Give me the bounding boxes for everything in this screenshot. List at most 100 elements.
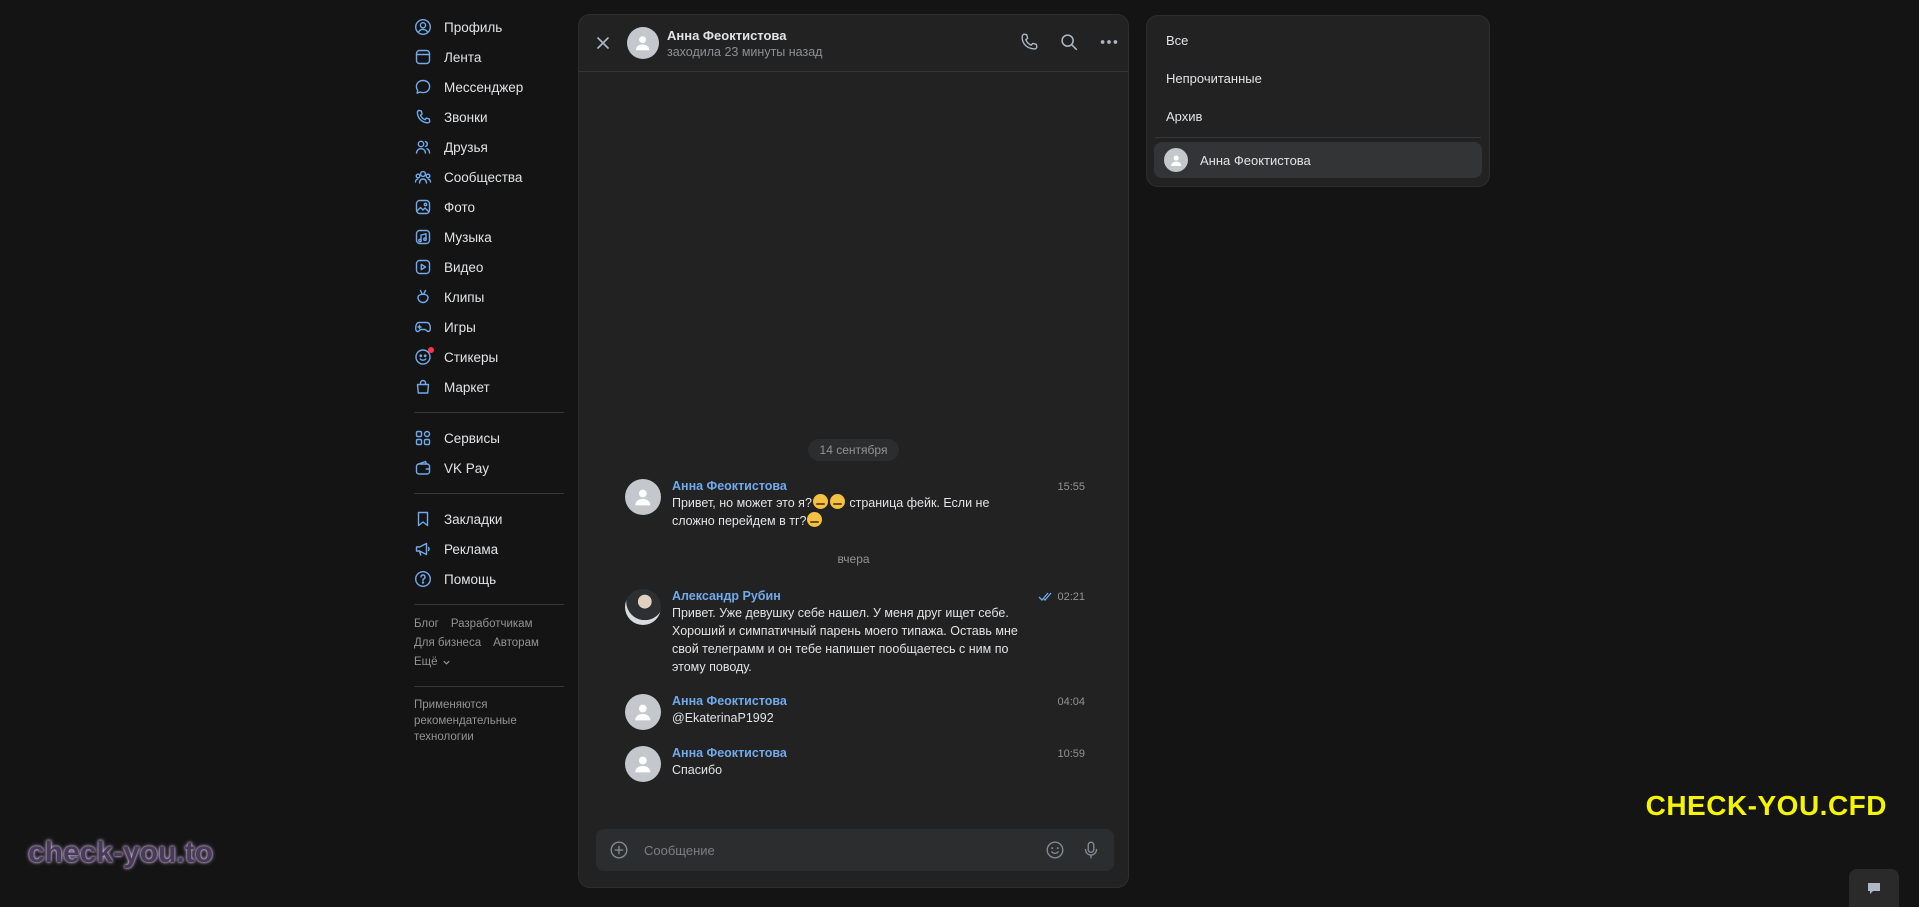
nav-item-services[interactable]: Сервисы [414,423,570,453]
gamepad-icon [414,318,432,336]
nav-item-label: Музыка [444,229,492,245]
communities-icon [414,168,432,186]
star-struck-emoji-icon [807,512,823,527]
conversation-name: Анна Феоктистова [1200,152,1311,168]
notification-dot [428,347,434,353]
nav-item-video[interactable]: Видео [414,252,570,282]
conversation-avatar [1164,148,1188,172]
market-bag-icon [414,378,432,396]
footer-link-developers[interactable]: Разработчикам [451,618,533,630]
nav-item-label: Сервисы [444,430,500,446]
panel-divider [1155,137,1481,138]
nav-item-photo[interactable]: Фото [414,192,570,222]
message-icon [414,78,432,96]
user-silhouette-icon [1170,155,1182,166]
nav-item-clips[interactable]: Клипы [414,282,570,312]
message-time: 15:55 [1057,481,1085,493]
nav-divider [414,604,564,605]
nav-item-label: Маркет [444,379,490,395]
message-item: Анна Феоктистова @EkaterinaP1992 04:04 [625,694,1085,730]
message-time: 10:59 [1057,748,1085,760]
feed-icon [414,48,432,66]
footer-links: Блог Разработчикам Для бизнеса Авторам Ещё [414,615,570,672]
footer-link-authors[interactable]: Авторам [493,637,539,649]
floating-chat-button[interactable] [1849,869,1899,907]
sticker-icon [414,347,434,366]
nav-divider [414,412,564,413]
emoji-icon[interactable] [1044,839,1066,861]
footer-link-business[interactable]: Для бизнеса [414,637,481,649]
more-options-icon[interactable] [1098,31,1120,53]
search-icon[interactable] [1058,31,1080,53]
close-icon[interactable] [593,33,613,53]
nav-divider [414,493,564,494]
recommendation-note: Применяются рекомендательные технологии [414,699,517,743]
message-avatar[interactable] [625,589,661,625]
nav-item-label: Клипы [444,289,485,305]
help-icon [414,570,432,588]
nav-item-user-circle[interactable]: Профиль [414,12,570,42]
filter-all[interactable]: Все [1147,21,1489,59]
clips-icon [414,288,432,306]
laughing-emoji-icon [812,494,828,509]
chat-avatar[interactable] [627,27,659,59]
nav-item-market-bag[interactable]: Маркет [414,372,570,402]
nav-item-label: Закладки [444,511,503,527]
user-silhouette-icon [636,36,650,51]
footer-link-blog[interactable]: Блог [414,618,439,630]
nav-item-label: Лента [444,49,482,65]
footer-more-button[interactable]: Ещё [414,653,451,672]
message-avatar[interactable] [625,746,661,782]
message-author[interactable]: Анна Феоктистова [672,694,1085,708]
nav-item-phone[interactable]: Звонки [414,102,570,132]
message-time: 02:21 [1057,591,1085,603]
relieved-emoji-icon [829,494,845,509]
bookmark-icon [414,510,432,528]
message-text: Привет. Уже девушку себе нашел. У меня д… [672,606,1018,674]
double-check-read-icon [1039,592,1052,601]
phone-icon [414,108,432,126]
message-item: Александр Рубин Привет. Уже девушку себе… [625,589,1085,676]
nav-item-label: Профиль [444,19,503,35]
nav-item-megaphone[interactable]: Реклама [414,534,570,564]
user-circle-icon [414,18,432,36]
phone-icon[interactable] [1018,31,1040,53]
nav-item-feed[interactable]: Лента [414,42,570,72]
attach-plus-icon[interactable] [608,839,630,861]
filter-unread[interactable]: Непрочитанные [1147,59,1489,97]
watermark-right: CHECK-YOU.CFD [1645,790,1887,821]
chat-header: Анна Феоктистова заходила 23 минуты наза… [579,15,1128,72]
nav-item-help[interactable]: Помощь [414,564,570,594]
message-avatar[interactable] [625,479,661,515]
message-avatar[interactable] [625,694,661,730]
microphone-icon[interactable] [1080,839,1102,861]
message-text: @EkaterinaP1992 [672,711,774,725]
nav-item-label: Мессенджер [444,79,524,95]
message-input[interactable] [642,841,1044,859]
nav-item-communities[interactable]: Сообщества [414,162,570,192]
photo-icon [414,198,432,216]
message-author[interactable]: Александр Рубин [672,589,1085,603]
conversation-item[interactable]: Анна Феоктистова [1154,142,1482,178]
message-composer [596,829,1114,871]
nav-item-gamepad[interactable]: Игры [414,312,570,342]
nav-item-music[interactable]: Музыка [414,222,570,252]
message-item: Анна Феоктистова Спасибо 10:59 [625,746,1085,782]
nav-item-bookmark[interactable]: Закладки [414,504,570,534]
user-silhouette-icon [635,756,651,773]
nav-item-friends[interactable]: Друзья [414,132,570,162]
chat-bubble-icon [1868,883,1880,894]
nav-item-wallet[interactable]: VK Pay [414,453,570,483]
nav-item-label: Игры [444,319,476,335]
nav-item-message[interactable]: Мессенджер [414,72,570,102]
nav-item-label: Стикеры [444,349,499,365]
conversations-filter-panel: Все Непрочитанные Архив Анна Феоктистова [1146,15,1490,187]
nav-item-sticker[interactable]: Стикеры [414,342,570,372]
chat-title[interactable]: Анна Феоктистова [667,28,822,43]
message-author[interactable]: Анна Феоктистова [672,746,1085,760]
filter-archive[interactable]: Архив [1147,97,1489,135]
left-navigation: Профиль Лента Мессенджер Звонки Друзья Сообще… [414,12,570,745]
message-author[interactable]: Анна Феоктистова [672,479,1085,493]
date-separator: 14 сентября [807,439,900,461]
nav-divider [414,686,564,687]
